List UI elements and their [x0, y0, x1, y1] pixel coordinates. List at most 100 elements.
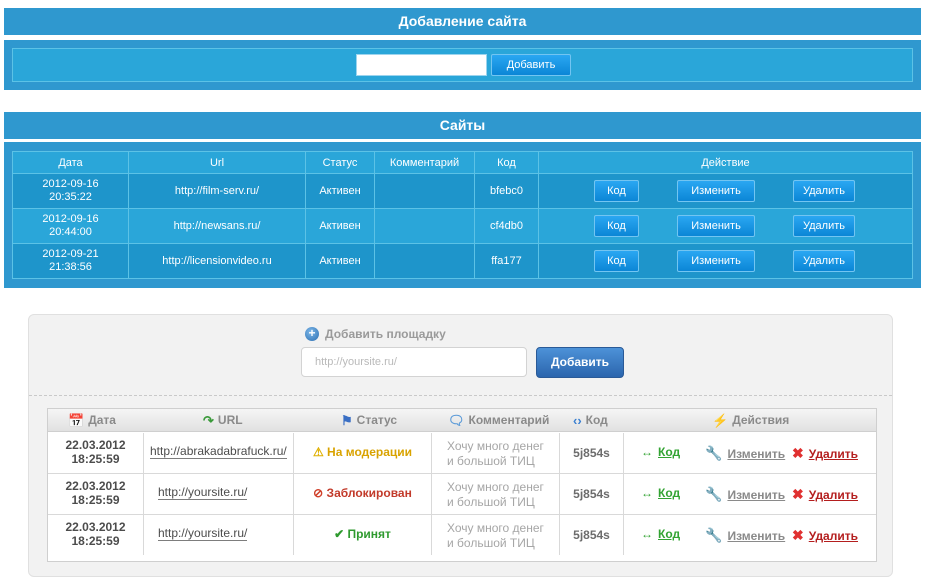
row-actions: ↔ Код 🔧 Изменить ✖ Удалить	[624, 515, 876, 555]
delete-action[interactable]: ✖ Удалить	[792, 445, 858, 462]
row-actions: Код Изменить Удалить	[538, 208, 913, 244]
code-action[interactable]: ↔ Код	[641, 445, 680, 459]
table-row: 22.03.2012 18:25:59 http://yoursite.ru/ ✔…	[48, 515, 876, 556]
col-url-header[interactable]: ↷ URL	[203, 409, 243, 432]
row-code: bfebc0	[474, 173, 539, 209]
edit-button[interactable]: Изменить	[677, 215, 755, 237]
platform-url-placeholder: http://yoursite.ru/	[315, 356, 397, 368]
edit-button[interactable]: Изменить	[677, 180, 755, 202]
delete-cross-icon: ✖	[792, 445, 804, 461]
calendar-icon: 📅	[68, 413, 85, 428]
col-code-header[interactable]: ‹› Код	[573, 409, 608, 432]
row-url: http://newsans.ru/	[128, 208, 306, 244]
status-badge: ✔ Принят	[334, 527, 391, 541]
platforms-grid: 📅 Дата ↷ URL ⚑ Статус 🗨 Комментарий ‹› К…	[47, 408, 877, 562]
row-status: Активен	[305, 243, 375, 279]
col-status: Статус	[305, 151, 375, 174]
row-url: http://yoursite.ru/	[144, 474, 294, 514]
col-status-header[interactable]: ⚑ Статус	[341, 409, 397, 432]
platform-url-input[interactable]: http://yoursite.ru/	[301, 347, 527, 377]
table-row: 2012-09-16 20:35:22 http://film-serv.ru/ …	[12, 173, 913, 209]
col-comment-header[interactable]: 🗨 Комментарий	[448, 409, 549, 432]
row-status: ✔ Принят	[294, 515, 432, 555]
row-url-link[interactable]: http://yoursite.ru/	[158, 486, 248, 500]
plus-icon: +	[305, 327, 319, 341]
add-platform-button[interactable]: Добавить	[536, 347, 624, 378]
blocked-icon: ⊘	[313, 486, 324, 500]
code-action[interactable]: ↔ Код	[641, 527, 680, 541]
table-row: 22.03.2012 18:25:59 http://abrakadabrafuc…	[48, 433, 876, 474]
delete-button[interactable]: Удалить	[793, 180, 855, 202]
lightning-icon: ⚡	[712, 413, 729, 428]
delete-button[interactable]: Удалить	[793, 250, 855, 272]
sites-table-header: Дата Url Статус Комментарий Код Действие	[12, 151, 913, 174]
row-url-link[interactable]: http://yoursite.ru/	[158, 527, 248, 541]
sites-header: Сайты	[4, 112, 921, 139]
col-actions-header: ⚡ Действия	[712, 413, 790, 428]
code-button[interactable]: Код	[594, 215, 639, 237]
platforms-grid-header: 📅 Дата ↷ URL ⚑ Статус 🗨 Комментарий ‹› К…	[48, 409, 876, 432]
edit-button[interactable]: Изменить	[677, 250, 755, 272]
col-url: Url	[128, 151, 306, 174]
row-code: cf4db0	[474, 208, 539, 244]
row-actions: Код Изменить Удалить	[538, 243, 913, 279]
row-code: ffa177	[474, 243, 539, 279]
edit-action[interactable]: 🔧 Изменить	[705, 445, 785, 462]
row-code: 5j854s	[560, 515, 624, 555]
code-button[interactable]: Код	[594, 250, 639, 272]
row-date: 2012-09-16 20:44:00	[12, 208, 129, 244]
delete-action[interactable]: ✖ Удалить	[792, 527, 858, 544]
wrench-icon: 🔧	[705, 486, 723, 502]
row-url: http://film-serv.ru/	[128, 173, 306, 209]
status-badge: ⚠ На модерации	[312, 445, 413, 459]
sites-table: Дата Url Статус Комментарий Код Действие…	[12, 151, 913, 279]
row-comment	[374, 208, 475, 244]
row-comment	[374, 243, 475, 279]
row-url-link[interactable]: http://abrakadabrafuck.ru/	[150, 445, 287, 459]
code-button[interactable]: Код	[594, 180, 639, 202]
platform-panel: + Добавить площадку http://yoursite.ru/ …	[28, 314, 893, 577]
row-comment: Хочу много денег и большой ТИЦ	[432, 474, 560, 514]
divider	[29, 395, 892, 396]
table-row: 2012-09-16 20:44:00 http://newsans.ru/ Ак…	[12, 208, 913, 244]
row-url: http://yoursite.ru/	[144, 515, 294, 555]
site-url-input[interactable]	[356, 54, 487, 76]
row-url: http://abrakadabrafuck.ru/	[144, 433, 294, 473]
edit-action[interactable]: 🔧 Изменить	[705, 486, 785, 503]
status-badge: ⊘ Заблокирован	[313, 486, 412, 500]
code-arrows-icon: ↔	[641, 486, 653, 500]
edit-action[interactable]: 🔧 Изменить	[705, 527, 785, 544]
sites-panel: Дата Url Статус Комментарий Код Действие…	[4, 142, 921, 288]
warning-icon: ⚠	[312, 445, 324, 459]
sites-title: Сайты	[439, 117, 486, 133]
add-site-header: Добавление сайта	[4, 8, 921, 35]
row-comment: Хочу много денег и большой ТИЦ	[432, 433, 560, 473]
add-site-button[interactable]: Добавить	[491, 54, 571, 76]
col-action: Действие	[538, 151, 913, 174]
speech-bubble-icon: 🗨	[448, 413, 465, 428]
row-code: 5j854s	[560, 474, 624, 514]
check-icon: ✔	[334, 527, 345, 541]
flag-icon: ⚑	[341, 413, 353, 428]
delete-action[interactable]: ✖ Удалить	[792, 486, 858, 503]
row-comment: Хочу много денег и большой ТИЦ	[432, 515, 560, 555]
code-action[interactable]: ↔ Код	[641, 486, 680, 500]
row-date: 22.03.2012 18:25:59	[48, 515, 144, 555]
code-arrows-icon: ↔	[641, 445, 653, 459]
row-actions: ↔ Код 🔧 Изменить ✖ Удалить	[624, 474, 876, 514]
code-arrows-icon: ↔	[641, 527, 653, 541]
redirect-arrow-icon: ↷	[203, 413, 214, 428]
code-brackets-icon: ‹›	[573, 413, 582, 428]
add-platform-button-label: Добавить	[550, 355, 610, 369]
delete-button[interactable]: Удалить	[793, 215, 855, 237]
row-actions: Код Изменить Удалить	[538, 173, 913, 209]
table-row: 22.03.2012 18:25:59 http://yoursite.ru/ ⊘…	[48, 474, 876, 515]
col-date-header[interactable]: 📅 Дата	[68, 409, 116, 432]
wrench-icon: 🔧	[705, 445, 723, 461]
col-date: Дата	[12, 151, 129, 174]
row-status: ⚠ На модерации	[294, 433, 432, 473]
row-date: 2012-09-21 21:38:56	[12, 243, 129, 279]
row-comment	[374, 173, 475, 209]
row-date: 22.03.2012 18:25:59	[48, 474, 144, 514]
add-site-button-label: Добавить	[506, 59, 556, 71]
